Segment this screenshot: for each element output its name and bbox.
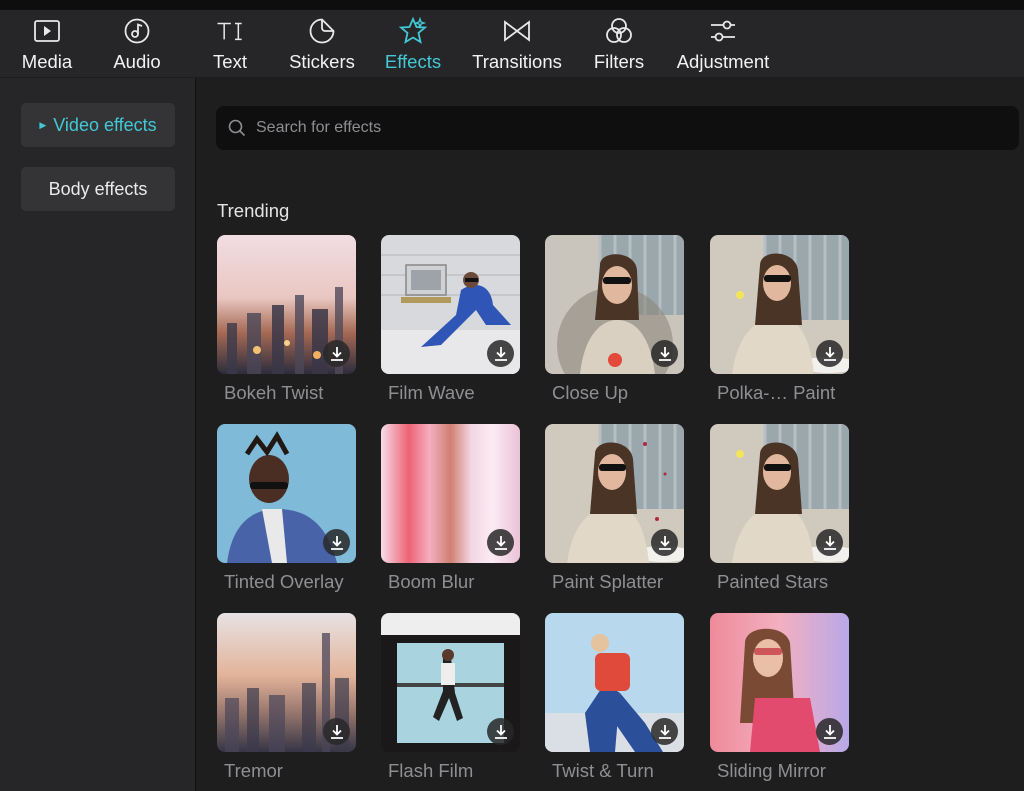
effect-thumbnail [545, 235, 684, 374]
effect-name: Film Wave [388, 382, 475, 403]
effect-card-paint-splatter[interactable]: Paint Splatter [545, 424, 684, 593]
tab-text[interactable]: Text [200, 10, 260, 78]
effects-panel: Trending Bokeh Twist [196, 78, 1024, 791]
effect-card-tinted-overlay[interactable]: Tinted Overlay [217, 424, 356, 593]
tab-effects[interactable]: Effects [378, 10, 448, 78]
download-icon[interactable] [816, 718, 843, 745]
tab-audio[interactable]: Audio [105, 10, 169, 78]
effect-name: Twist & Turn [552, 760, 654, 781]
download-icon[interactable] [816, 529, 843, 556]
window-top-strip [0, 0, 1024, 10]
search-icon [228, 119, 246, 137]
media-icon [32, 16, 62, 46]
effects-sidebar: ▶ Video effects Body effects [0, 78, 196, 791]
effect-thumbnail [217, 424, 356, 563]
effect-name: Polka-… Paint [717, 382, 836, 403]
effect-card-bokeh-twist[interactable]: Bokeh Twist [217, 235, 356, 404]
effect-name: Painted Stars [717, 571, 829, 592]
adjustment-icon [708, 16, 738, 46]
tab-effects-label: Effects [384, 51, 442, 72]
tab-stickers-label: Stickers [289, 51, 355, 72]
effect-card-flash-film[interactable]: Flash Film [381, 613, 520, 782]
tab-filters[interactable]: Filters [588, 10, 650, 78]
tab-audio-label: Audio [113, 51, 161, 72]
tab-stickers[interactable]: Stickers [282, 10, 362, 78]
download-icon[interactable] [487, 529, 514, 556]
search-bar[interactable] [216, 106, 1019, 150]
effect-thumbnail [710, 235, 849, 374]
effect-name: Bokeh Twist [224, 382, 324, 403]
search-input[interactable] [254, 118, 998, 138]
audio-icon [122, 16, 152, 46]
download-icon[interactable] [487, 340, 514, 367]
effect-thumbnail [381, 424, 520, 563]
tab-text-label: Text [213, 51, 247, 72]
section-title: Trending [217, 200, 290, 221]
effect-thumbnail [217, 235, 356, 374]
effect-thumbnail [217, 613, 356, 752]
effect-card-twist-and-turn[interactable]: Twist & Turn [545, 613, 684, 782]
sidebar-item-body-effects[interactable]: Body effects [21, 167, 175, 211]
effect-name: Tremor [224, 760, 283, 781]
download-icon[interactable] [651, 340, 678, 367]
effect-card-sliding-mirror[interactable]: Sliding Mirror [710, 613, 849, 782]
text-icon [215, 16, 245, 46]
download-icon[interactable] [651, 529, 678, 556]
effect-card-tremor[interactable]: Tremor [217, 613, 356, 782]
caret-right-icon: ▶ [39, 119, 47, 130]
tab-adjustment[interactable]: Adjustment [668, 10, 778, 78]
download-icon[interactable] [323, 529, 350, 556]
download-icon[interactable] [651, 718, 678, 745]
effect-card-painted-stars[interactable]: Painted Stars [710, 424, 849, 593]
tab-media-label: Media [21, 51, 73, 72]
effect-thumbnail [381, 613, 520, 752]
effect-name: Sliding Mirror [717, 760, 826, 781]
tab-adjustment-label: Adjustment [676, 51, 770, 72]
tab-media[interactable]: Media [14, 10, 80, 78]
effect-thumbnail [545, 613, 684, 752]
effect-name: Close Up [552, 382, 629, 403]
download-icon[interactable] [816, 340, 843, 367]
effect-name: Paint Splatter [552, 571, 664, 592]
effect-card-film-wave[interactable]: Film Wave [381, 235, 520, 404]
sidebar-item-video-effects[interactable]: ▶ Video effects [21, 103, 175, 147]
effect-card-polka-paint[interactable]: Polka-… Paint [710, 235, 849, 404]
tab-transitions-label: Transitions [472, 51, 562, 72]
top-toolbar: Media Audio Text Stickers Effects Transi… [0, 10, 1024, 78]
filters-icon [604, 16, 634, 46]
effect-thumbnail [710, 613, 849, 752]
download-icon[interactable] [323, 340, 350, 367]
effect-name: Boom Blur [388, 571, 475, 592]
transitions-icon [502, 16, 532, 46]
sidebar-item-label: Body effects [48, 178, 148, 199]
sidebar-item-label: Video effects [53, 114, 157, 135]
effect-thumbnail [381, 235, 520, 374]
effect-card-boom-blur[interactable]: Boom Blur [381, 424, 520, 593]
effect-thumbnail [545, 424, 684, 563]
download-icon[interactable] [487, 718, 514, 745]
effect-thumbnail [710, 424, 849, 563]
effect-card-close-up[interactable]: Close Up [545, 235, 684, 404]
effect-name: Tinted Overlay [224, 571, 344, 592]
effect-name: Flash Film [388, 760, 474, 781]
download-icon[interactable] [323, 718, 350, 745]
effects-icon [398, 16, 428, 46]
stickers-icon [307, 16, 337, 46]
tab-transitions[interactable]: Transitions [464, 10, 570, 78]
tab-filters-label: Filters [593, 51, 645, 72]
